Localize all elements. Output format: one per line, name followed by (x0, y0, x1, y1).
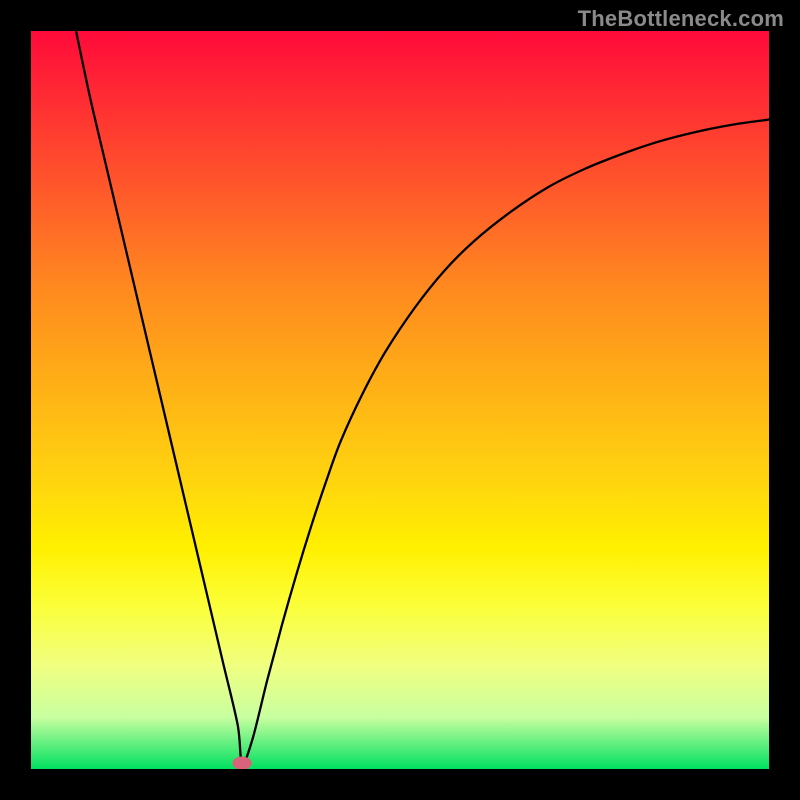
minimum-marker (232, 756, 251, 769)
watermark-text: TheBottleneck.com (578, 6, 784, 32)
curve-svg (31, 31, 769, 769)
chart-frame: TheBottleneck.com (0, 0, 800, 800)
bottleneck-curve (76, 31, 769, 763)
plot-area (31, 31, 769, 769)
